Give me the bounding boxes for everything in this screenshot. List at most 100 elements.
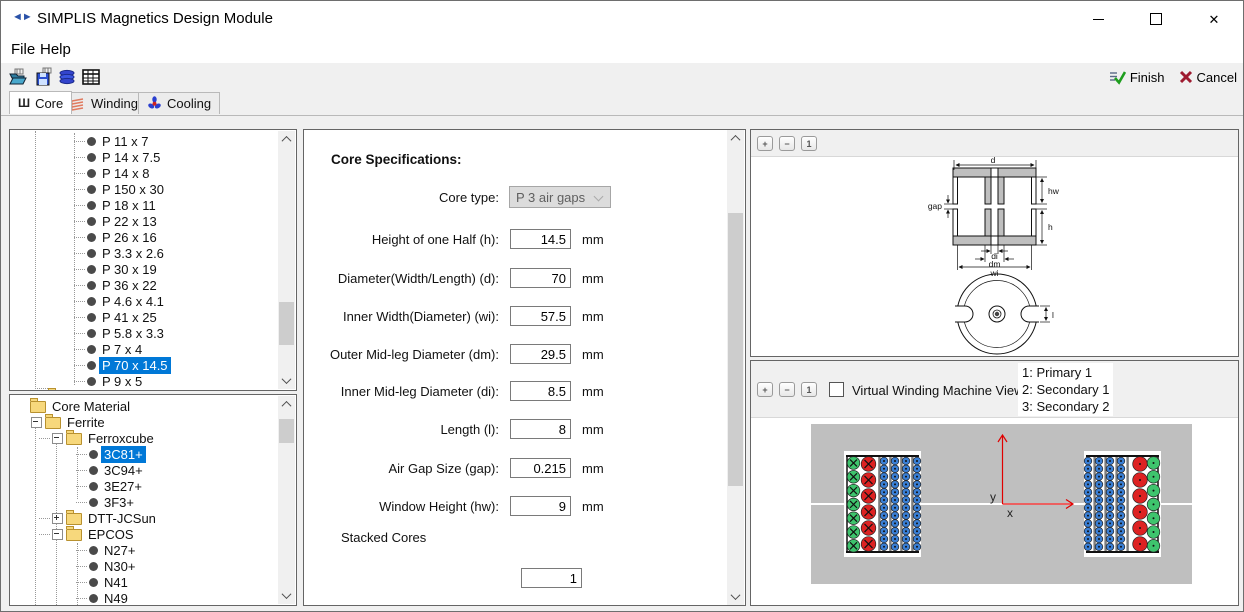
table-grid-icon[interactable] [81, 67, 101, 87]
tree-item[interactable]: P 7 x 4 [87, 341, 145, 357]
scroll-down-button[interactable] [727, 588, 744, 605]
tree-item-label: Core Material [49, 398, 133, 415]
zoom-in-button[interactable]: + [757, 136, 773, 151]
expand-icon[interactable] [52, 513, 63, 524]
tree-item[interactable]: P 36 x 22 [87, 277, 160, 293]
save-icon[interactable] [34, 67, 54, 87]
minimize-button[interactable] [1069, 1, 1127, 37]
stacked-cores-input[interactable] [521, 568, 582, 588]
close-button[interactable]: ✕ [1185, 1, 1243, 37]
cancel-button[interactable]: Cancel [1179, 70, 1237, 85]
menu-file[interactable]: File [9, 41, 37, 58]
inner-midleg-diameter-input[interactable] [510, 381, 571, 401]
core-tree-scrollbar[interactable] [278, 131, 295, 389]
tree-item-dtt[interactable]: DTT-JCSun [52, 510, 159, 526]
scroll-up-button[interactable] [278, 396, 295, 413]
tree-item[interactable]: P 41 x 25 [87, 309, 160, 325]
tree-item[interactable]: P 150 x 30 [87, 181, 167, 197]
tree-item-root[interactable]: Core Material [30, 398, 133, 414]
tab-winding[interactable]: Winding [61, 92, 147, 114]
length-input[interactable] [510, 419, 571, 439]
maximize-button[interactable] [1127, 1, 1185, 37]
tree-item[interactable]: P 14 x 8 [87, 165, 152, 181]
scroll-thumb[interactable] [279, 419, 294, 443]
scroll-up-button[interactable] [278, 131, 295, 148]
open-icon[interactable] [8, 67, 28, 87]
menu-help[interactable]: Help [38, 41, 73, 58]
zoom-reset-button[interactable]: 1 [801, 136, 817, 151]
diagram-toolbar: + − 1 [751, 130, 1238, 157]
tree-item[interactable]: P 18 x 11 [87, 197, 159, 213]
tree-item-epcos[interactable]: EPCOS [52, 526, 137, 542]
finish-check-icon [1109, 69, 1126, 85]
scroll-up-button[interactable] [727, 130, 744, 147]
collapse-icon[interactable] [31, 417, 42, 428]
scroll-down-button[interactable] [278, 372, 295, 389]
form-scrollbar[interactable] [727, 130, 744, 605]
inner-width-input[interactable] [510, 306, 571, 326]
tree-item-label: P 18 x 11 [99, 197, 159, 214]
tree-item[interactable]: P 22 x 13 [87, 213, 160, 229]
tree-item[interactable]: P 9 x 5 [87, 373, 145, 389]
tree-item[interactable]: P 26 x 16 [87, 229, 160, 245]
air-gap-size-input[interactable] [510, 458, 571, 478]
tree-item-ferrite[interactable]: Ferrite [31, 414, 108, 430]
tree-item-ferroxcube[interactable]: Ferroxcube [52, 430, 157, 446]
materials-database-icon[interactable] [57, 67, 77, 87]
core-type-label: Core type: [311, 190, 499, 205]
tree-item[interactable]: N49 [89, 590, 131, 606]
zoom-reset-button[interactable]: 1 [801, 382, 817, 397]
tree-item-selected[interactable]: 3C81+ [89, 446, 146, 462]
virtual-winding-machine-label: Virtual Winding Machine View [852, 383, 1024, 398]
finish-button[interactable]: Finish [1109, 69, 1165, 85]
dim-label-hw: hw [1048, 186, 1060, 196]
tree-item[interactable]: P 11 x 7 [87, 133, 152, 149]
tree-item[interactable]: P 30 x 19 [87, 261, 160, 277]
tree-item[interactable]: P 4.6 x 4.1 [87, 293, 167, 309]
tab-cooling[interactable]: Cooling [138, 92, 220, 114]
cooling-tab-icon [147, 96, 162, 111]
folder-icon [30, 401, 46, 413]
core-type-select: P 3 air gaps [509, 186, 611, 208]
tree-guide [35, 131, 36, 389]
height-one-half-input[interactable] [510, 229, 571, 249]
tree-item[interactable]: P 5.8 x 3.3 [87, 325, 167, 341]
tree-item[interactable]: P 14 x 7.5 [87, 149, 163, 165]
tab-core[interactable]: Ш Core [9, 91, 72, 114]
zoom-out-button[interactable]: − [779, 382, 795, 397]
diameter-input[interactable] [510, 268, 571, 288]
field-row: Diameter(Width/Length) (d): mm [311, 267, 611, 289]
titlebar: ◄► SIMPLIS Magnetics Design Module ✕ [1, 1, 1243, 37]
scroll-thumb[interactable] [279, 302, 294, 345]
scroll-down-button[interactable] [278, 587, 295, 604]
tree-item-label: EPCOS [85, 526, 137, 543]
dim-label-l: l [1052, 310, 1054, 320]
tree-guide [35, 388, 48, 389]
virtual-winding-machine-checkbox[interactable] [829, 382, 844, 397]
tree-item[interactable]: 3F3+ [89, 494, 137, 510]
tree-item-selected[interactable]: P 70 x 14.5 [87, 357, 171, 373]
legend-secondary-2: 3: Secondary 2 [1022, 398, 1109, 415]
core-type-value: P 3 air gaps [516, 190, 585, 205]
tree-item[interactable]: N41 [89, 574, 131, 590]
collapse-icon[interactable] [52, 529, 63, 540]
field-row: Length (l): mm [311, 418, 611, 440]
scroll-thumb[interactable] [728, 213, 743, 486]
tree-item[interactable]: P 3.3 x 2.6 [87, 245, 167, 261]
tree-item[interactable]: 3C94+ [89, 462, 146, 478]
tree-item[interactable]: N27+ [89, 542, 138, 558]
collapse-icon[interactable] [52, 433, 63, 444]
tree-item-label: P 3.3 x 2.6 [99, 245, 167, 262]
tree-item[interactable]: 3E27+ [89, 478, 145, 494]
zoom-in-button[interactable]: + [757, 382, 773, 397]
outer-midleg-diameter-input[interactable] [510, 344, 571, 364]
chevron-up-icon [731, 135, 741, 145]
material-tree-scrollbar[interactable] [278, 396, 295, 604]
field-unit: mm [582, 232, 604, 247]
bullet-icon [89, 546, 98, 555]
window-height-input[interactable] [510, 496, 571, 516]
tree-item-label: 3E27+ [101, 478, 145, 495]
zoom-out-button[interactable]: − [779, 136, 795, 151]
tree-item-label: P 22 x 13 [99, 213, 160, 230]
tree-item[interactable]: N30+ [89, 558, 138, 574]
